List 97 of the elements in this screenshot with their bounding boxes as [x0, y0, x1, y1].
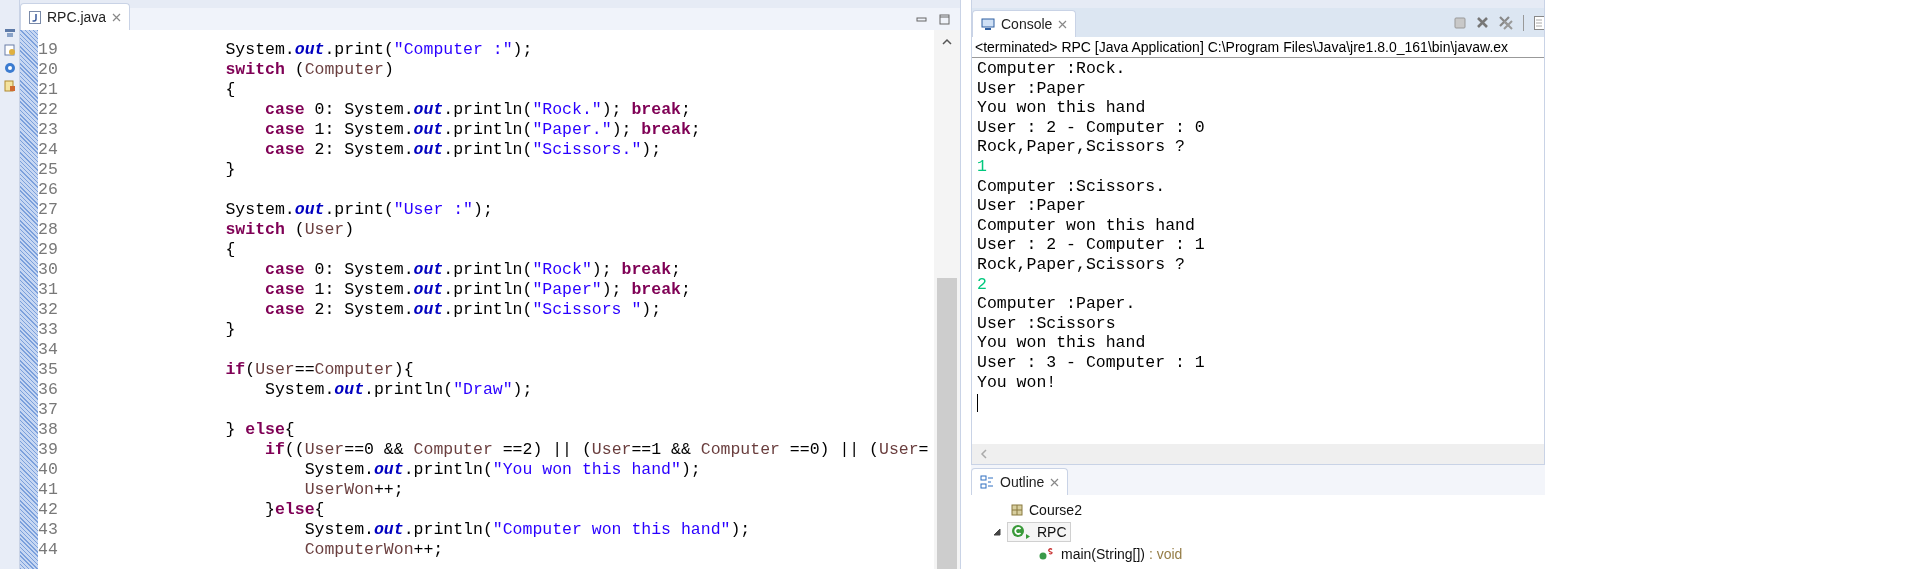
toolbar-icon[interactable] — [3, 44, 16, 56]
outline-item[interactable]: Course2 — [1007, 500, 1086, 520]
code-line: case 0: System.out.println("Rock."); break; — [264, 100, 691, 120]
code-line: }else{ — [264, 500, 325, 520]
code-line: } — [224, 160, 236, 180]
line-number: 29 — [38, 240, 59, 260]
line-number: 28 — [38, 220, 59, 240]
code-line: { — [224, 80, 236, 100]
outline-icon — [980, 475, 994, 489]
package-icon — [1011, 504, 1023, 516]
console-status: <terminated> RPC [Java Application] C:\Program Files\Java\jre1.8.0_161\bin\javaw.ex — [972, 37, 1544, 58]
line-number: 22 — [38, 100, 59, 120]
console-line: 2 — [977, 274, 988, 295]
stop-icon[interactable] — [1454, 16, 1466, 29]
text-cursor — [977, 394, 978, 413]
console-line: Computer :Rock. — [977, 59, 1127, 79]
console-line: Computer won this hand — [977, 215, 1196, 236]
code-line: UserWon++; — [303, 480, 404, 500]
document-icon[interactable] — [1534, 15, 1544, 30]
line-number: 25 — [38, 160, 59, 180]
code-line: System.out.print("Computer :"); — [224, 40, 533, 60]
code-line: case 0: System.out.println("Rock"); break; — [264, 260, 681, 280]
console-line: You won this hand — [977, 333, 1147, 353]
scrollbar[interactable] — [934, 30, 960, 569]
console-line: User : 2 - Computer : 0 — [977, 117, 1206, 138]
remove-icon[interactable] — [1476, 16, 1489, 29]
line-number: 40 — [38, 460, 59, 480]
line-number: 38 — [38, 420, 59, 440]
outline-item[interactable]: RPC — [1007, 522, 1071, 542]
java-file-icon — [29, 10, 41, 24]
code-line: switch (Computer) — [224, 60, 394, 80]
code-line: } else{ — [224, 420, 295, 440]
line-number: 37 — [38, 400, 59, 420]
code-line: } — [224, 320, 236, 340]
line-number: 32 — [38, 300, 59, 320]
toolbar-icon[interactable] — [3, 62, 16, 74]
line-number: 43 — [38, 520, 59, 540]
console-line: User :Paper — [977, 78, 1087, 99]
console-line: 1 — [977, 156, 988, 177]
line-number: 23 — [38, 120, 59, 140]
line-number: 21 — [38, 80, 59, 100]
line-number: 44 — [38, 540, 59, 560]
line-number: 42 — [38, 500, 59, 520]
close-icon[interactable] — [1058, 19, 1068, 29]
code-line: case 2: System.out.println("Scissors "); — [264, 300, 662, 320]
line-number: 26 — [38, 180, 59, 200]
remove-all-icon[interactable] — [1499, 15, 1513, 30]
console-line: You won! — [977, 372, 1058, 393]
line-number: 30 — [38, 260, 59, 280]
console-line: You won this hand — [977, 98, 1147, 118]
line-number: 33 — [38, 320, 59, 340]
line-number: 24 — [38, 140, 59, 160]
code-line: System.out.println("Computer won this hand"); — [303, 520, 751, 540]
line-number: 19 — [38, 40, 59, 60]
line-number: 34 — [38, 340, 59, 360]
code-line: case 2: System.out.println("Scissors."); — [264, 140, 662, 160]
line-number: 27 — [38, 200, 59, 220]
line-number: 39 — [38, 440, 59, 460]
line-number: 36 — [38, 380, 59, 400]
toolbar-icon[interactable] — [3, 28, 16, 38]
class-icon — [1011, 524, 1031, 540]
editor-tab[interactable]: RPC.java — [20, 3, 131, 30]
line-number: 41 — [38, 480, 59, 500]
close-icon[interactable] — [1050, 477, 1060, 487]
console-line: Rock,Paper,Scissors ? — [977, 254, 1186, 275]
code-line: if((User==0 && Computer ==2) || (User==1 && Computer ==0) || (User= — [264, 440, 929, 460]
console-line: User :Paper — [977, 196, 1087, 216]
code-line: if(User==Computer){ — [224, 360, 414, 380]
code-line: { — [224, 240, 236, 260]
code-line: System.out.println("Draw"); — [264, 380, 533, 400]
line-number: 31 — [38, 280, 59, 300]
chevron-up-icon[interactable] — [942, 38, 952, 45]
console-line: User : 3 - Computer : 1 — [977, 352, 1206, 373]
method-icon — [1039, 547, 1055, 561]
console-line: Computer :Paper. — [977, 294, 1137, 314]
toolbar-icon[interactable] — [3, 80, 16, 92]
maximize-icon[interactable] — [939, 13, 950, 25]
console-line: User : 2 - Computer : 1 — [977, 235, 1206, 255]
line-number: 20 — [38, 60, 59, 80]
code-line: ComputerWon++; — [303, 540, 444, 560]
code-line: switch (User) — [224, 220, 355, 240]
scrollbar[interactable] — [972, 444, 1544, 464]
console-tab[interactable]: Console — [972, 10, 1077, 37]
console-line: Rock,Paper,Scissors ? — [977, 137, 1186, 157]
close-icon[interactable] — [112, 12, 122, 22]
outline-item[interactable]: main(String[]) : void — [1035, 544, 1187, 564]
outline-tab[interactable]: Outline — [971, 468, 1069, 495]
line-number: 35 — [38, 360, 59, 380]
chevron-left-icon[interactable] — [980, 449, 987, 459]
code-line: case 1: System.out.println("Paper"); break; — [264, 280, 691, 300]
code-line: System.out.print("User :"); — [224, 200, 493, 220]
console-line: Computer :Scissors. — [977, 176, 1167, 197]
expand-triangle-icon[interactable] — [993, 528, 1001, 536]
monitor-icon — [981, 17, 995, 31]
code-line: System.out.println("You won this hand"); — [303, 460, 701, 480]
console-line: User :Scissors — [977, 313, 1117, 334]
code-line: case 1: System.out.println("Paper."); break; — [264, 120, 701, 140]
